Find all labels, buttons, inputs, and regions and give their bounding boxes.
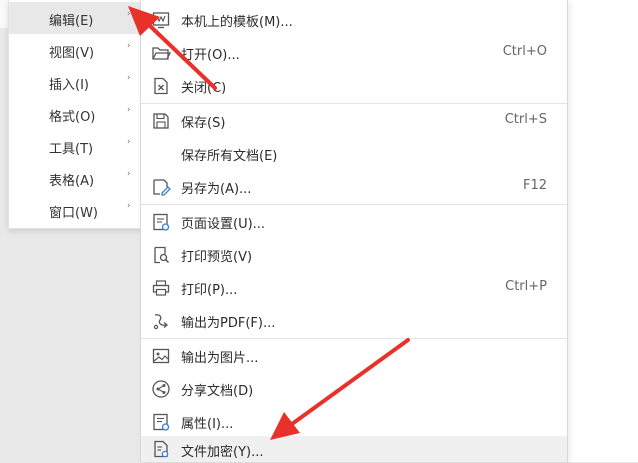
chevron-right-icon: › <box>127 169 131 179</box>
menu-item-label: 打开(O)... <box>181 48 240 63</box>
menu-item-table[interactable]: 表格(A) › <box>9 162 141 194</box>
menu-item-label: 关闭(C) <box>181 81 227 96</box>
printer-icon <box>151 278 171 298</box>
menu-item-label: 输出为图片... <box>181 351 259 366</box>
menu-item-label: 文件加密(Y)... <box>181 445 264 460</box>
chevron-right-icon: › <box>127 105 131 115</box>
menu-item-label: 插入(I) <box>49 78 89 93</box>
print-preview-icon <box>151 245 171 265</box>
menu-item-properties[interactable]: 属性(I)... <box>141 405 567 438</box>
menu-item-label: 视图(V) <box>49 46 95 61</box>
menu-item-shortcut: Ctrl+P <box>505 279 547 294</box>
close-doc-icon <box>151 76 171 96</box>
export-pdf-icon <box>151 311 171 331</box>
menu-item-label: 输出为PDF(F)... <box>181 316 276 331</box>
menu-item-shortcut: F12 <box>522 178 547 193</box>
menu-item-close[interactable]: 关闭(C) <box>141 69 567 102</box>
menu-item-open[interactable]: 打开(O)... Ctrl+O <box>141 36 567 69</box>
menu-item-page-setup[interactable]: 页面设置(U)... <box>141 205 567 238</box>
menu-item-print-preview[interactable]: 打印预览(V) <box>141 238 567 271</box>
menu-item-label: 本机上的模板(M)... <box>181 15 293 30</box>
menu-bar-dropdown: 编辑(E) › 视图(V) › 插入(I) › 格式(O) › 工具(T) › … <box>8 0 142 229</box>
menu-item-label: 表格(A) <box>49 174 95 189</box>
chevron-right-icon: › <box>127 41 131 51</box>
page-setup-icon <box>151 212 171 232</box>
save-icon <box>151 111 171 131</box>
save-as-icon <box>151 177 171 197</box>
menu-item-label: 格式(O) <box>49 110 96 125</box>
menu-item-label: 页面设置(U)... <box>181 217 266 232</box>
chevron-right-icon: › <box>127 73 131 83</box>
template-icon <box>151 10 171 30</box>
menu-item-print[interactable]: 打印(P)... Ctrl+P <box>141 271 567 304</box>
menu-item-label: 工具(T) <box>49 142 94 157</box>
menu-item-save[interactable]: 保存(S) Ctrl+S <box>141 104 567 137</box>
menu-item-save-all[interactable]: 保存所有文档(E) <box>141 137 567 170</box>
export-image-icon <box>151 346 171 366</box>
menu-item-export-pdf[interactable]: 输出为PDF(F)... <box>141 304 567 337</box>
menu-item-share[interactable]: 分享文档(D) <box>141 372 567 405</box>
menu-item-label: 打印(P)... <box>181 283 238 298</box>
menu-item-shortcut: Ctrl+S <box>504 112 547 127</box>
menu-item-label: 保存(S) <box>181 116 226 131</box>
menu-item-label: 保存所有文档(E) <box>181 149 278 164</box>
menu-item-label: 编辑(E) <box>49 14 94 29</box>
share-icon <box>151 379 171 399</box>
menu-item-save-as[interactable]: 另存为(A)... F12 <box>141 170 567 203</box>
chevron-right-icon: › <box>127 9 131 19</box>
menu-item-format[interactable]: 格式(O) › <box>9 98 141 130</box>
chevron-right-icon: › <box>127 201 131 211</box>
menu-item-label: 打印预览(V) <box>181 250 253 265</box>
menu-item-window[interactable]: 窗口(W) › <box>9 194 141 226</box>
chevron-right-icon: › <box>127 137 131 147</box>
file-menu: 本机上的模板(M)... 打开(O)... Ctrl+O 关闭(C) 保存(S)… <box>140 0 568 462</box>
menu-item-tools[interactable]: 工具(T) › <box>9 130 141 162</box>
menu-item-label: 属性(I)... <box>181 417 234 432</box>
menu-item-label: 分享文档(D) <box>181 384 254 399</box>
menu-item-insert[interactable]: 插入(I) › <box>9 66 141 98</box>
document-area <box>568 0 638 462</box>
menu-item-shortcut: Ctrl+O <box>502 44 547 59</box>
menu-item-label: 窗口(W) <box>49 206 98 221</box>
menu-item-local-templates[interactable]: 本机上的模板(M)... <box>141 3 567 36</box>
menu-item-encrypt-file[interactable]: 文件加密(Y)... <box>141 436 567 462</box>
folder-open-icon <box>151 43 172 63</box>
menu-item-view[interactable]: 视图(V) › <box>9 34 141 66</box>
menu-item-edit[interactable]: 编辑(E) › <box>9 2 141 34</box>
properties-icon <box>151 412 171 432</box>
encrypt-file-icon <box>151 439 171 459</box>
menu-item-label: 另存为(A)... <box>181 182 252 197</box>
menu-item-export-image[interactable]: 输出为图片... <box>141 339 567 372</box>
